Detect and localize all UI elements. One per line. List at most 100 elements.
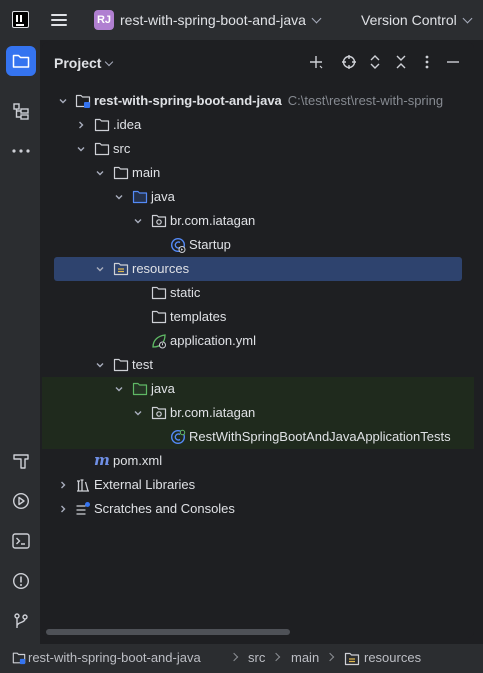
problems-tool-button[interactable] xyxy=(6,566,36,596)
tree-label: Startup xyxy=(189,237,231,252)
more-tools-button[interactable] xyxy=(6,136,36,166)
tree-label: main xyxy=(132,165,161,180)
root-path: C:\test\rest\rest-with-spring xyxy=(287,93,444,108)
breadcrumb-src[interactable]: src xyxy=(248,650,265,665)
breadcrumb-resources[interactable]: resources xyxy=(364,650,421,665)
folder-icon xyxy=(113,166,129,180)
chevron-down-icon[interactable] xyxy=(76,144,86,154)
tree-row-test-class[interactable]: RestWithSpringBootAndJavaApplicationTest… xyxy=(42,425,474,449)
collapse-all-icon xyxy=(396,55,406,69)
hide-panel-button[interactable] xyxy=(443,52,463,72)
minimize-icon xyxy=(447,61,459,63)
breadcrumb-project[interactable]: rest-with-spring-boot-and-java xyxy=(28,650,201,665)
collapse-all-button[interactable] xyxy=(391,52,411,72)
package-icon xyxy=(151,214,167,228)
select-opened-file-button[interactable] xyxy=(339,52,359,72)
new-file-button[interactable] xyxy=(306,52,326,72)
project-tool-button[interactable] xyxy=(6,46,36,76)
tree-label: Scratches and Consoles xyxy=(94,501,235,516)
tree-label: application.yml xyxy=(170,333,256,348)
project-badge[interactable]: RJ xyxy=(94,10,114,30)
chevron-right-icon[interactable] xyxy=(76,120,86,130)
tree-row-java-test[interactable]: java xyxy=(42,377,474,401)
chevron-down-icon[interactable] xyxy=(114,192,124,202)
breadcrumb-main[interactable]: main xyxy=(291,650,319,665)
vcs-label: Version Control xyxy=(361,12,457,28)
tree-label: br.com.iatagan xyxy=(170,405,256,420)
tree-label: RestWithSpringBootAndJavaApplicationTest… xyxy=(189,429,451,444)
chevron-right-icon xyxy=(229,652,239,662)
services-tool-button[interactable] xyxy=(6,486,36,516)
git-tool-button[interactable] xyxy=(6,606,36,636)
tree-label: pom.xml xyxy=(113,453,163,468)
horizontal-scrollbar[interactable] xyxy=(46,629,290,635)
chevron-down-icon[interactable] xyxy=(104,57,114,67)
project-panel-header: Project xyxy=(42,42,474,82)
tree-label: src xyxy=(113,141,131,156)
chevron-down-icon xyxy=(462,13,473,24)
expand-all-button[interactable] xyxy=(365,52,385,72)
tree-row-main[interactable]: main xyxy=(42,161,474,185)
locate-icon xyxy=(342,55,356,69)
chevron-down-icon[interactable] xyxy=(133,216,143,226)
chevron-down-icon[interactable] xyxy=(95,264,105,274)
tree-label: test xyxy=(132,357,153,372)
folder-icon xyxy=(151,286,167,300)
scratches-icon xyxy=(76,502,90,515)
package-icon xyxy=(151,406,167,420)
version-control-menu[interactable]: Version Control xyxy=(361,12,473,28)
status-bar-breadcrumb: rest-with-spring-boot-and-java src main … xyxy=(0,644,483,673)
more-horizontal-icon xyxy=(12,149,30,153)
chevron-down-icon[interactable] xyxy=(95,360,105,370)
module-folder-icon xyxy=(12,652,26,665)
project-switcher[interactable]: rest-with-spring-boot-and-java xyxy=(120,12,322,28)
source-folder-icon xyxy=(132,190,148,204)
tree-row-idea[interactable]: .idea xyxy=(42,113,474,137)
panel-title[interactable]: Project xyxy=(54,55,101,71)
tree-row-templates[interactable]: templates xyxy=(42,305,474,329)
tree-row-package-test[interactable]: br.com.iatagan xyxy=(42,401,474,425)
folder-icon xyxy=(113,358,129,372)
chevron-right-icon[interactable] xyxy=(58,480,68,490)
git-branch-icon xyxy=(14,613,28,628)
more-vertical-icon xyxy=(425,55,429,69)
run-services-icon xyxy=(12,492,30,510)
root-name: rest-with-spring-boot-and-java xyxy=(94,93,282,108)
project-name: rest-with-spring-boot-and-java xyxy=(120,12,306,28)
problems-icon xyxy=(12,572,30,590)
tree-row-application-yml[interactable]: application.yml xyxy=(42,329,474,353)
tree-row-root[interactable]: rest-with-spring-boot-and-java C:\test\re… xyxy=(42,89,474,113)
tree-row-java-main[interactable]: java xyxy=(42,185,474,209)
tree-row-startup[interactable]: Startup xyxy=(42,233,474,257)
intellij-logo-icon xyxy=(12,11,29,28)
tree-label: static xyxy=(170,285,201,300)
terminal-icon xyxy=(12,533,30,549)
build-tool-button[interactable] xyxy=(6,446,36,476)
tree-row-test[interactable]: test xyxy=(42,353,474,377)
tree-row-pom[interactable]: m pom.xml xyxy=(42,449,474,473)
tree-row-src[interactable]: src xyxy=(42,137,474,161)
tree-row-external-libraries[interactable]: External Libraries xyxy=(42,473,474,497)
chevron-right-icon xyxy=(271,652,281,662)
terminal-tool-button[interactable] xyxy=(6,526,36,556)
chevron-right-icon[interactable] xyxy=(58,504,68,514)
tree-row-resources[interactable]: resources xyxy=(54,257,462,281)
tree-row-static[interactable]: static xyxy=(42,281,474,305)
tree-row-package-main[interactable]: br.com.iatagan xyxy=(42,209,474,233)
library-icon xyxy=(77,479,89,492)
folder-icon xyxy=(151,310,167,324)
structure-tool-button[interactable] xyxy=(6,96,36,126)
expand-all-icon xyxy=(370,55,380,69)
tree-label: templates xyxy=(170,309,227,324)
chevron-down-icon[interactable] xyxy=(95,168,105,178)
chevron-down-icon[interactable] xyxy=(133,408,143,418)
plus-icon xyxy=(310,56,323,69)
main-menu-icon[interactable] xyxy=(50,12,68,28)
test-source-folder-icon xyxy=(132,382,148,396)
tree-label: External Libraries xyxy=(94,477,196,492)
options-button[interactable] xyxy=(417,52,437,72)
chevron-down-icon[interactable] xyxy=(58,96,68,106)
tree-row-scratches[interactable]: Scratches and Consoles xyxy=(42,497,474,521)
structure-icon xyxy=(13,103,29,120)
chevron-down-icon[interactable] xyxy=(114,384,124,394)
